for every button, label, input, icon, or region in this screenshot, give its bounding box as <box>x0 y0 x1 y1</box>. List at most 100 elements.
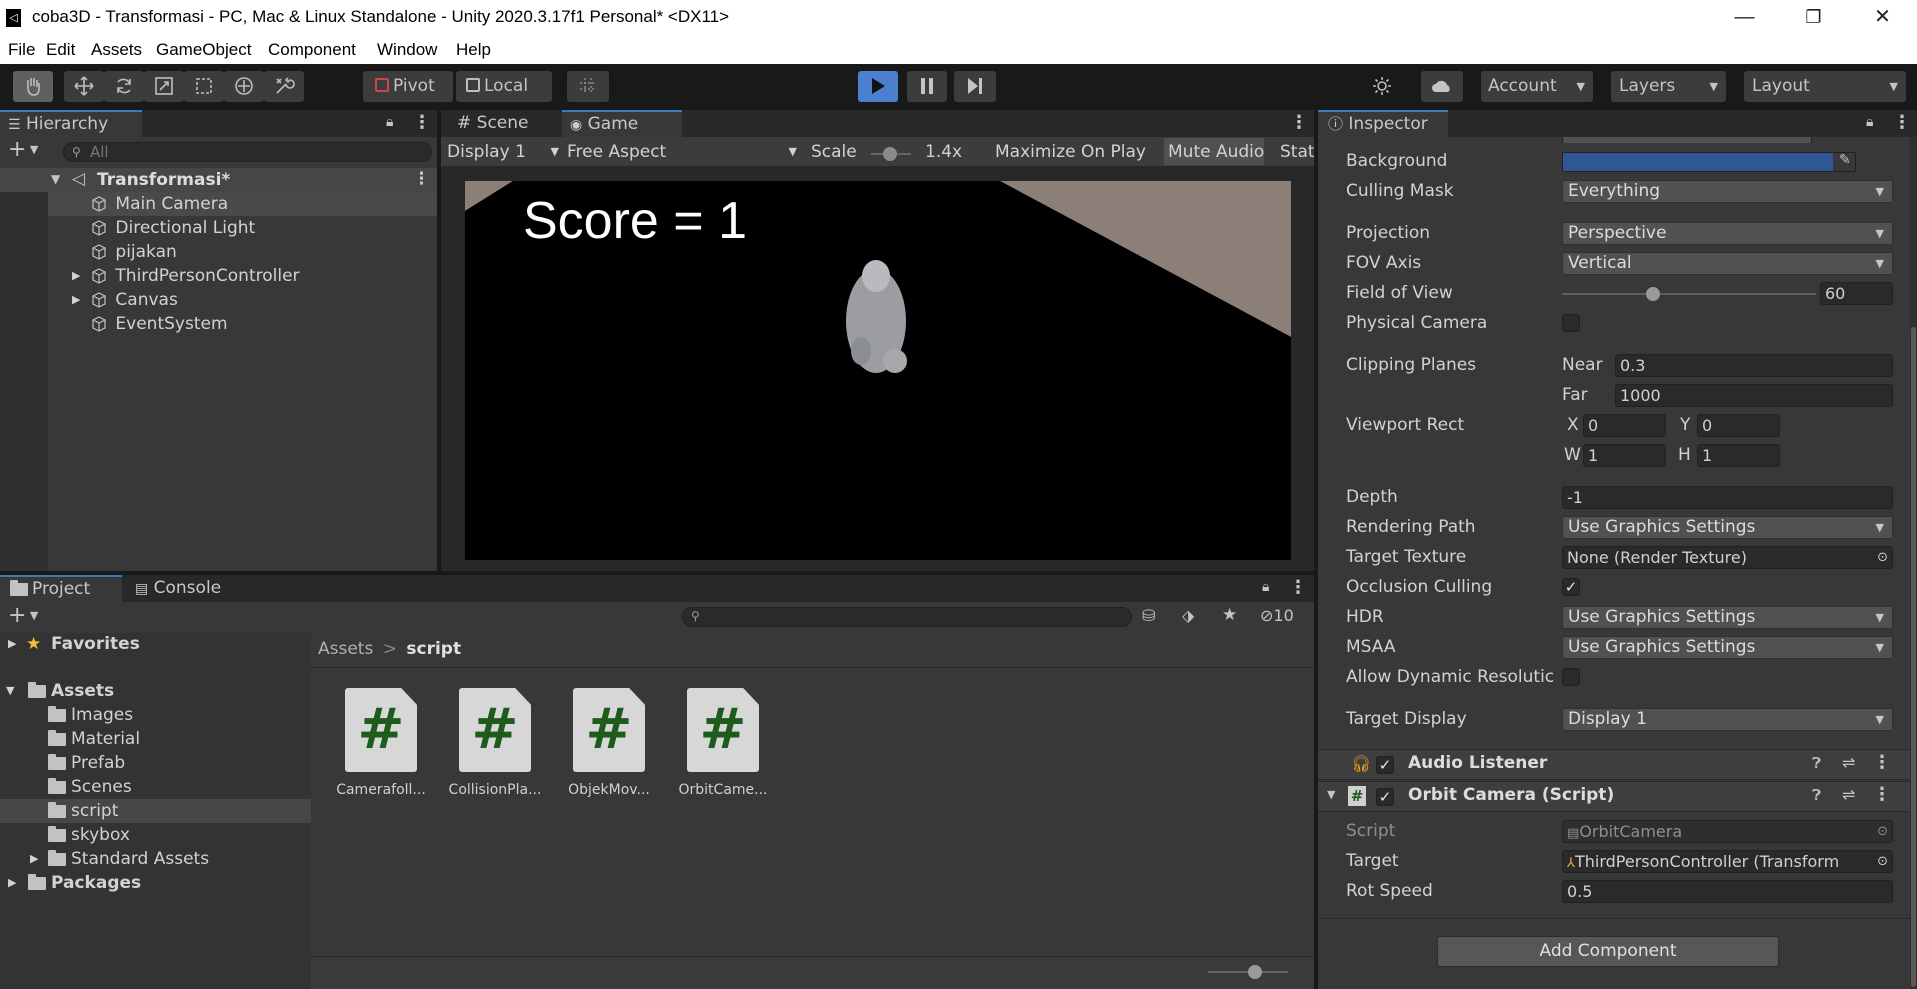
orbit-camera-header[interactable]: ▼ # ✓ Orbit Camera (Script) ❓︎ ⇌ ⋮ <box>1318 781 1910 812</box>
audio-listener-enabled-checkbox[interactable]: ✓ <box>1376 756 1394 774</box>
scale-slider-thumb[interactable] <box>883 147 897 161</box>
menu-help[interactable]: Help <box>456 40 491 60</box>
fov-slider[interactable] <box>1562 287 1816 301</box>
filter-by-label-icon[interactable]: ⬗ <box>1182 606 1194 625</box>
component-menu-icon[interactable]: ⋮ <box>1873 784 1891 805</box>
stats-toggle[interactable]: Stat <box>1280 140 1315 164</box>
scale-slider[interactable] <box>871 147 911 161</box>
expand-arrow-icon[interactable]: ▶ <box>72 264 80 288</box>
hdr-dropdown[interactable]: Use Graphics Settings ▼ <box>1562 606 1893 629</box>
transform-tool-button[interactable] <box>224 71 264 102</box>
maximize-button[interactable]: ❐ <box>1779 0 1848 37</box>
account-dropdown[interactable]: Account ▼ <box>1481 71 1593 102</box>
mute-audio-toggle[interactable]: Mute Audio <box>1168 140 1264 164</box>
minimize-button[interactable]: — <box>1710 0 1779 37</box>
more-options-icon[interactable]: ⋮ <box>1289 577 1307 598</box>
folder-item[interactable]: skybox <box>0 823 311 847</box>
help-icon[interactable]: ❓︎ <box>1812 786 1821 804</box>
tab-scene[interactable]: # Scene <box>451 110 561 137</box>
tab-project[interactable]: Project <box>0 575 122 602</box>
hierarchy-item[interactable]: ▶ Canvas <box>48 288 178 312</box>
collab-button[interactable] <box>1363 71 1401 102</box>
folder-item[interactable]: ▶ Standard Assets <box>0 847 311 871</box>
viewport-y-input[interactable]: 0 <box>1697 414 1780 437</box>
pause-button[interactable] <box>907 71 947 102</box>
lock-icon[interactable]: 🔒︎ <box>1866 114 1873 130</box>
breadcrumb-script[interactable]: script <box>406 639 461 659</box>
favorites-row[interactable]: ▶ ★ Favorites <box>0 632 311 656</box>
panel-divider[interactable] <box>1314 110 1318 989</box>
orbit-camera-enabled-checkbox[interactable]: ✓ <box>1376 788 1394 806</box>
near-input[interactable]: 0.3 <box>1615 354 1893 377</box>
tab-game[interactable]: ◉ Game <box>562 110 682 137</box>
local-toggle[interactable]: Local <box>456 71 552 102</box>
more-options-icon[interactable]: ⋮ <box>1893 112 1911 133</box>
step-button[interactable] <box>954 71 996 102</box>
add-component-button[interactable]: Add Component <box>1437 936 1779 967</box>
preset-icon[interactable]: ⇌ <box>1842 785 1855 804</box>
viewport-w-input[interactable]: 1 <box>1583 444 1666 467</box>
asset-file[interactable]: # CollisionPla... <box>445 688 545 798</box>
asset-file[interactable]: # ObjekMov... <box>559 688 659 798</box>
menu-window[interactable]: Window <box>377 40 437 60</box>
close-button[interactable]: ✕ <box>1848 0 1917 37</box>
create-button[interactable]: + ▼ <box>8 139 38 161</box>
folder-item[interactable]: Prefab <box>0 751 311 775</box>
hierarchy-item[interactable]: EventSystem <box>48 312 228 336</box>
breadcrumb-assets[interactable]: Assets <box>318 639 373 659</box>
culling-mask-dropdown[interactable]: Everything ▼ <box>1562 180 1893 203</box>
hierarchy-item[interactable]: pijakan <box>48 240 177 264</box>
object-picker-icon[interactable]: ⊙ <box>1877 547 1888 568</box>
icon-size-slider-thumb[interactable] <box>1248 965 1262 979</box>
asset-file[interactable]: # Camerafoll... <box>331 688 431 798</box>
maximize-on-play-toggle[interactable]: Maximize On Play <box>995 140 1146 164</box>
target-display-dropdown[interactable]: Display 1 ▼ <box>1562 708 1893 731</box>
expand-arrow-icon[interactable]: ▶ <box>72 288 80 312</box>
inspector-scrollbar[interactable] <box>1910 137 1917 989</box>
menu-gameobject[interactable]: GameObject <box>156 40 251 60</box>
tab-console[interactable]: ▤ Console <box>133 575 253 602</box>
rect-tool-button[interactable] <box>184 71 224 102</box>
panel-divider[interactable] <box>437 110 441 571</box>
panel-divider[interactable] <box>0 571 1314 575</box>
target-texture-field[interactable]: None (Render Texture) ⊙ <box>1562 546 1893 569</box>
dynamic-resolution-checkbox[interactable] <box>1562 668 1580 686</box>
menu-edit[interactable]: Edit <box>46 40 75 60</box>
folder-item-selected[interactable]: script <box>0 799 311 823</box>
hierarchy-item[interactable]: ▶ ThirdPersonController <box>48 264 300 288</box>
move-tool-button[interactable] <box>64 71 104 102</box>
layers-dropdown[interactable]: Layers ▼ <box>1611 71 1726 102</box>
custom-tool-button[interactable] <box>264 71 304 102</box>
hierarchy-item[interactable]: Main Camera <box>48 192 437 216</box>
depth-input[interactable]: -1 <box>1562 486 1893 509</box>
expand-arrow-icon[interactable]: ▶ <box>30 847 38 871</box>
play-button[interactable] <box>858 71 898 102</box>
grid-snap-button[interactable] <box>567 71 609 102</box>
menu-file[interactable]: File <box>8 40 35 60</box>
menu-component[interactable]: Component <box>268 40 356 60</box>
pivot-toggle[interactable]: Pivot <box>363 71 453 102</box>
component-menu-icon[interactable]: ⋮ <box>1873 752 1891 773</box>
expand-arrow-icon[interactable]: ▼ <box>1327 788 1335 801</box>
project-search[interactable]: ⚲ <box>682 607 1132 627</box>
lock-icon[interactable]: 🔒︎ <box>1262 579 1269 595</box>
scene-row[interactable]: ▼ ◁ Transformasi* ⋮ <box>0 168 437 192</box>
expand-arrow-icon[interactable]: ▶ <box>8 871 16 895</box>
assets-row[interactable]: ▼ Assets <box>0 679 311 703</box>
folder-item[interactable]: Scenes <box>0 775 311 799</box>
hierarchy-search[interactable]: ⚲ All <box>63 142 432 162</box>
more-options-icon[interactable]: ⋮ <box>413 112 431 133</box>
expand-arrow-icon[interactable]: ▶ <box>8 632 16 656</box>
occlusion-culling-checkbox[interactable]: ✓ <box>1562 578 1580 596</box>
tab-hierarchy[interactable]: ☰ Hierarchy <box>0 110 142 137</box>
viewport-h-input[interactable]: 1 <box>1697 444 1780 467</box>
icon-size-slider[interactable] <box>1208 965 1288 979</box>
packages-row[interactable]: ▶ Packages <box>0 871 311 895</box>
physical-camera-checkbox[interactable] <box>1562 314 1580 332</box>
background-color-swatch[interactable]: ✎ <box>1562 152 1856 172</box>
viewport-x-input[interactable]: 0 <box>1583 414 1666 437</box>
rotate-tool-button[interactable] <box>104 71 144 102</box>
lock-icon[interactable]: 🔒︎ <box>386 114 393 130</box>
object-picker-icon[interactable]: ⊙ <box>1877 851 1888 872</box>
expand-arrow-icon[interactable]: ▼ <box>6 679 14 703</box>
